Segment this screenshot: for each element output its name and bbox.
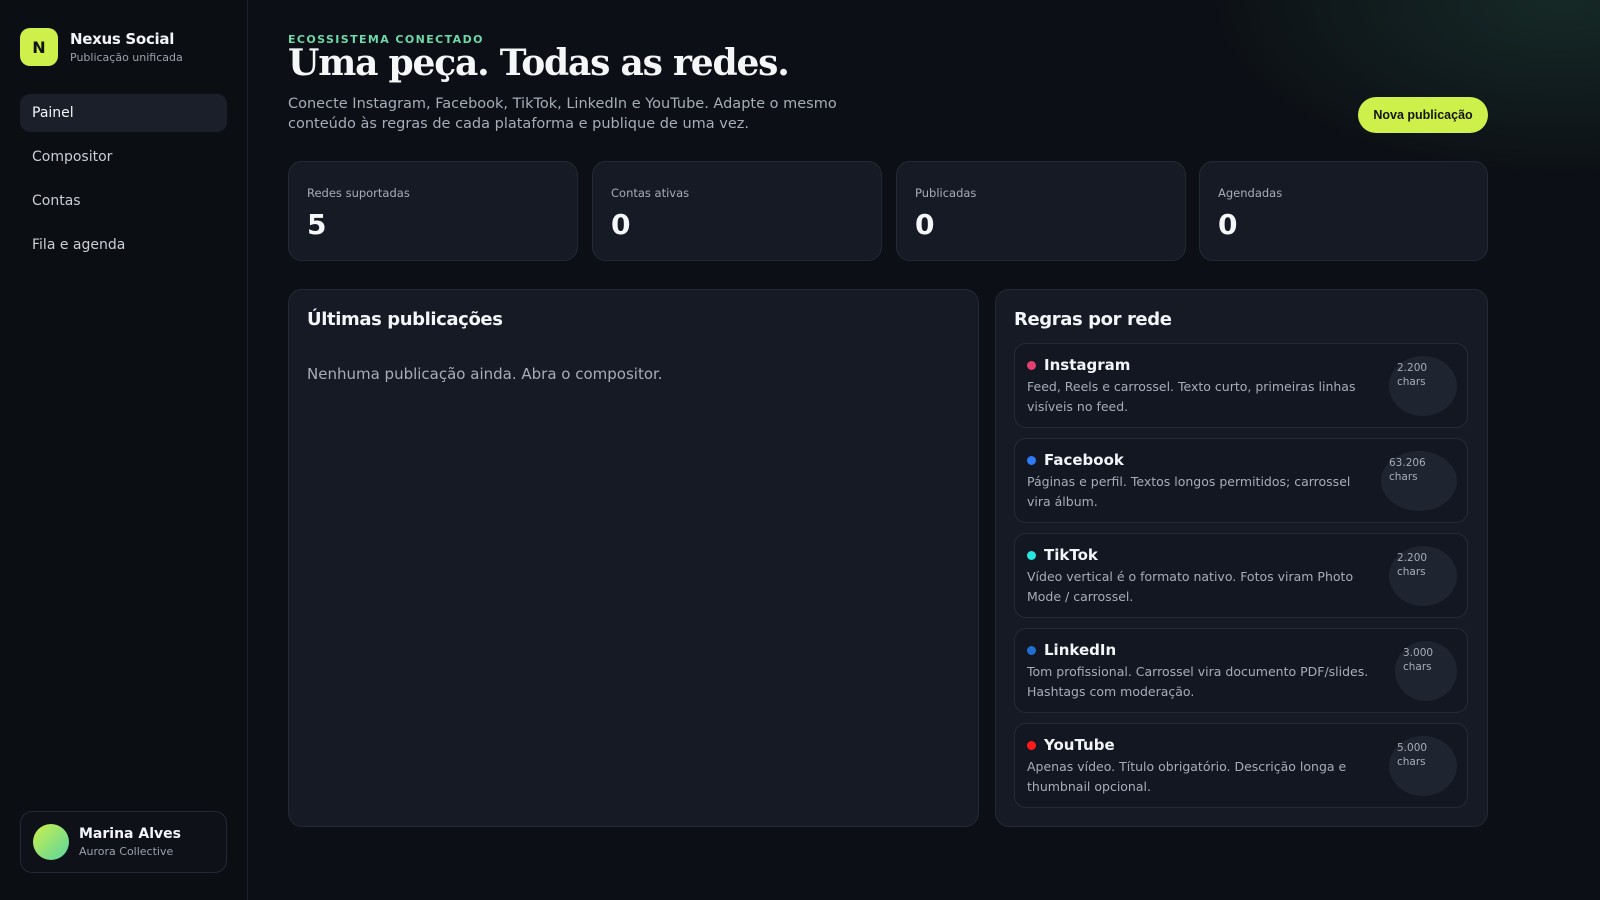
recent-posts-panel: Últimas publicações Nenhuma publicação a… (288, 289, 979, 827)
char-limit-unit: chars (1397, 566, 1426, 578)
char-limit-badge: 2.200 chars (1389, 546, 1457, 606)
rule-description: Páginas e perfil. Textos longos permitid… (1027, 474, 1351, 509)
rule-card-linkedin[interactable]: LinkedIn Tom profissional. Carrossel vir… (1014, 628, 1468, 713)
network-rules-panel: Regras por rede Instagram Feed, Reels e … (995, 289, 1488, 827)
user-org: Aurora Collective (79, 845, 174, 858)
rule-description: Tom profissional. Carrossel vira documen… (1027, 664, 1369, 699)
sidebar-item-painel[interactable]: Painel (20, 94, 227, 132)
page-title: Uma peça. Todas as redes. (288, 42, 790, 84)
rule-card-facebook[interactable]: Facebook Páginas e perfil. Textos longos… (1014, 438, 1468, 523)
stat-value: 0 (915, 208, 935, 241)
char-limit-unit: chars (1403, 661, 1432, 673)
stat-card-redes-suportadas: Redes suportadas 5 (288, 161, 578, 261)
rule-card-tiktok[interactable]: TikTok Vídeo vertical é o formato nativo… (1014, 533, 1468, 618)
hero-description: Conecte Instagram, Facebook, TikTok, Lin… (288, 96, 837, 132)
main-content: ECOSSISTEMA CONECTADO Uma peça. Todas as… (248, 0, 1600, 900)
linkedin-dot-icon (1027, 645, 1036, 655)
rule-card-instagram[interactable]: Instagram Feed, Reels e carrossel. Texto… (1014, 343, 1468, 428)
char-limit-unit: chars (1397, 756, 1426, 768)
user-name: Marina Alves (79, 826, 181, 842)
stat-value: 0 (611, 208, 631, 241)
rule-description: Feed, Reels e carrossel. Texto curto, pr… (1027, 379, 1356, 414)
avatar (33, 824, 69, 860)
facebook-dot-icon (1027, 455, 1036, 465)
stat-card-contas-ativas: Contas ativas 0 (592, 161, 882, 261)
rule-card-youtube[interactable]: YouTube Apenas vídeo. Título obrigatório… (1014, 723, 1468, 808)
char-limit-value: 5.000 (1397, 742, 1428, 754)
char-limit-unit: chars (1397, 376, 1426, 388)
sidebar-nav: Painel Compositor Contas Fila e agenda (20, 94, 227, 270)
brand-subtitle: Publicação unificada (70, 51, 183, 64)
char-limit-value: 2.200 (1397, 552, 1428, 564)
stat-card-agendadas: Agendadas 0 (1199, 161, 1488, 261)
stat-label: Redes suportadas (307, 186, 410, 200)
new-post-button[interactable]: Nova publicação (1358, 97, 1488, 133)
brand-name: Nexus Social (70, 30, 175, 48)
stat-value: 5 (307, 208, 327, 241)
rule-network-name: YouTube (1044, 736, 1115, 754)
char-limit-badge: 63.206 chars (1381, 451, 1457, 511)
stat-label: Agendadas (1218, 186, 1283, 200)
sidebar-item-contas[interactable]: Contas (20, 182, 227, 220)
tiktok-dot-icon (1027, 550, 1036, 560)
instagram-dot-icon (1027, 360, 1036, 370)
empty-state-message: Nenhuma publicação ainda. Abra o composi… (307, 365, 663, 383)
char-limit-badge: 5.000 chars (1389, 736, 1457, 796)
rule-network-name: Facebook (1044, 451, 1124, 469)
rule-network-name: Instagram (1044, 356, 1131, 374)
sidebar-item-compositor[interactable]: Compositor (20, 138, 227, 176)
rule-description: Vídeo vertical é o formato nativo. Fotos… (1027, 569, 1354, 604)
stat-card-publicadas: Publicadas 0 (896, 161, 1186, 261)
brand[interactable]: N Nexus Social Publicação unificada (20, 28, 183, 66)
char-limit-value: 2.200 (1397, 362, 1428, 374)
stat-label: Publicadas (915, 186, 977, 200)
char-limit-badge: 2.200 chars (1389, 356, 1457, 416)
rule-network-name: LinkedIn (1044, 641, 1117, 659)
brand-logo: N (20, 28, 58, 66)
stat-value: 0 (1218, 208, 1238, 241)
char-limit-badge: 3.000 chars (1395, 641, 1457, 701)
char-limit-value: 63.206 (1389, 457, 1426, 469)
user-card[interactable]: Marina Alves Aurora Collective (20, 811, 227, 873)
recent-posts-title: Últimas publicações (307, 309, 503, 330)
char-limit-unit: chars (1389, 471, 1418, 483)
rule-network-name: TikTok (1044, 546, 1098, 564)
network-rules-title: Regras por rede (1014, 309, 1172, 330)
sidebar: N Nexus Social Publicação unificada Pain… (0, 0, 248, 900)
sidebar-item-fila-e-agenda[interactable]: Fila e agenda (20, 226, 227, 264)
char-limit-value: 3.000 (1403, 647, 1434, 659)
stat-label: Contas ativas (611, 186, 690, 200)
rule-description: Apenas vídeo. Título obrigatório. Descri… (1027, 759, 1347, 794)
youtube-dot-icon (1027, 740, 1036, 750)
